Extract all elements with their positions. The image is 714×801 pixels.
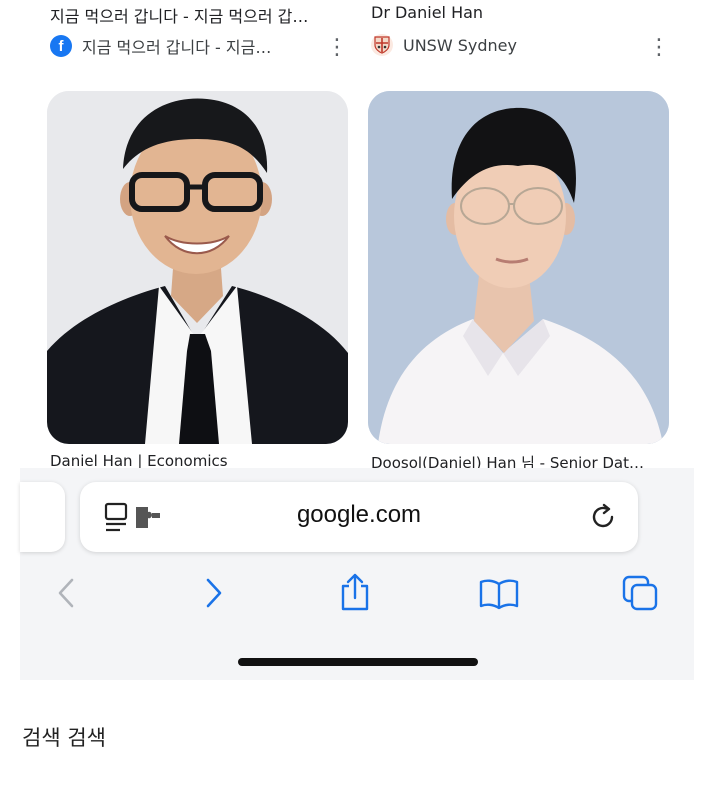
tabs-icon[interactable] xyxy=(622,575,660,617)
result-title-1[interactable]: 지금 먹으러 갑니다 - 지금 먹으러 갑… xyxy=(50,3,340,27)
bookmarks-icon[interactable] xyxy=(478,578,520,614)
result-image-1[interactable] xyxy=(47,91,348,444)
result-source-1[interactable]: f 지금 먹으러 갑니다 - 지금… xyxy=(50,34,340,58)
footer-text: 검색 검색 xyxy=(22,726,106,750)
source-label-2: UNSW Sydney xyxy=(403,35,517,55)
reload-icon[interactable] xyxy=(590,503,618,535)
more-options-icon-2[interactable]: ⋮ xyxy=(648,37,670,59)
result-source-2[interactable]: UNSW Sydney xyxy=(371,34,631,56)
result-title-2[interactable]: Dr Daniel Han xyxy=(371,3,661,22)
result-image-2[interactable] xyxy=(368,91,669,444)
unsw-crest-icon xyxy=(371,34,393,56)
source-label-1: 지금 먹으러 갑니다 - 지금… xyxy=(82,38,272,57)
previous-tab-pill[interactable] xyxy=(20,482,65,552)
address-bar[interactable]: google.com xyxy=(80,482,638,552)
more-options-icon-1[interactable]: ⋮ xyxy=(326,37,348,59)
share-icon[interactable] xyxy=(338,572,372,616)
portrait-image-2 xyxy=(368,91,669,444)
url-text[interactable]: google.com xyxy=(80,501,638,529)
portrait-image-1 xyxy=(47,91,348,444)
forward-icon[interactable] xyxy=(202,577,226,613)
facebook-icon: f xyxy=(50,35,72,57)
back-icon[interactable] xyxy=(54,577,78,613)
home-indicator xyxy=(238,658,478,666)
